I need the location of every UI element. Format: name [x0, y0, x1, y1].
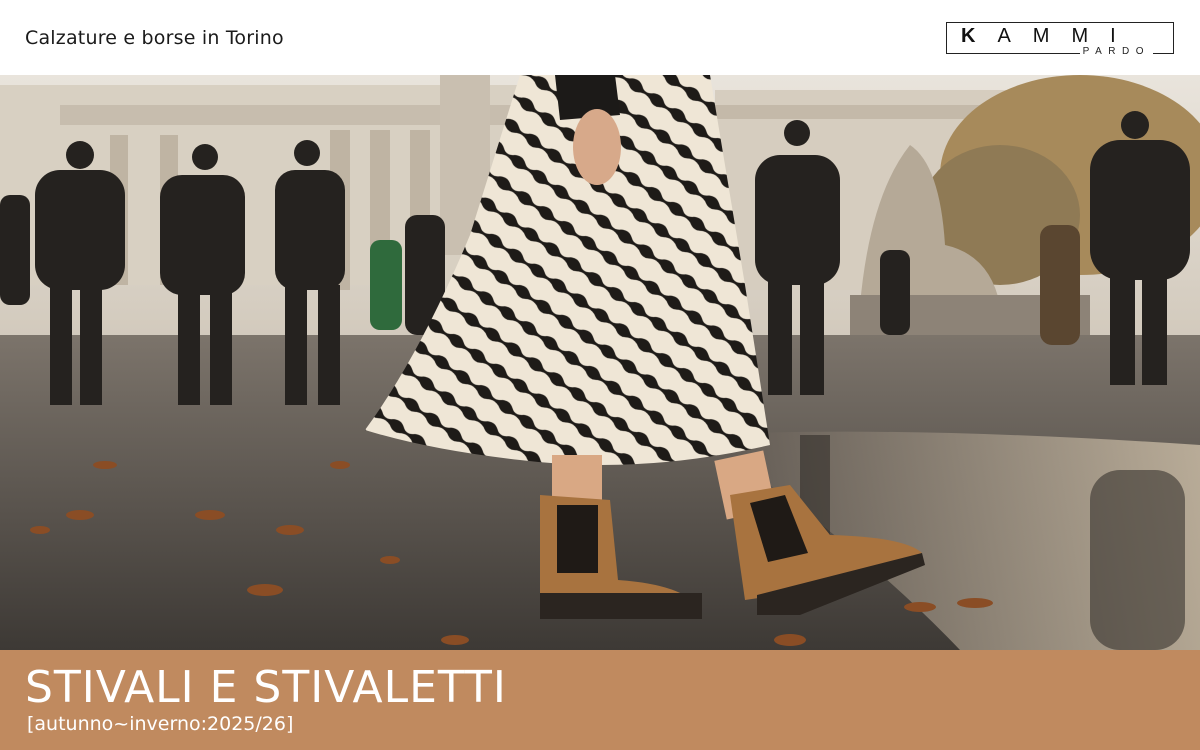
banner-title: STIVALI E STIVALETTI: [25, 662, 507, 713]
tagline: Calzature e borse in Torino: [25, 27, 284, 49]
hero-photo: [0, 75, 1200, 650]
brand-logo[interactable]: KAMMI PARDO: [946, 22, 1174, 57]
logo-wordmark: KAMMI: [961, 25, 1138, 47]
banner-subtitle: [autunno~inverno:2025/26]: [27, 713, 294, 735]
hero-photo-illustration: [0, 75, 1200, 650]
logo-subtitle: PARDO: [1079, 46, 1153, 57]
page-header: Calzature e borse in Torino KAMMI PARDO: [0, 0, 1200, 75]
collection-banner: STIVALI E STIVALETTI [autunno~inverno:20…: [0, 650, 1200, 750]
